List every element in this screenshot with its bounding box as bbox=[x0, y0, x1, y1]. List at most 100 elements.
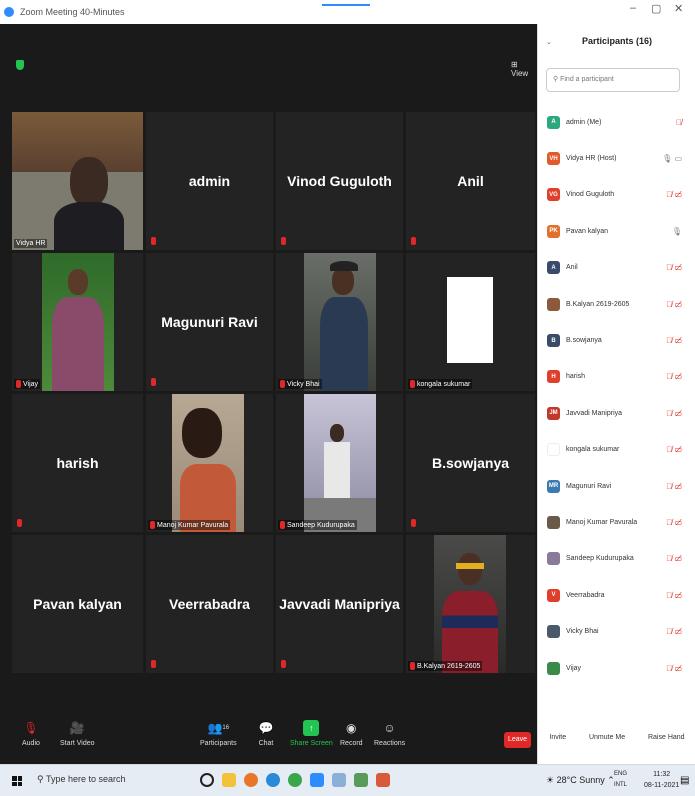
cortana-icon[interactable] bbox=[200, 773, 214, 787]
avatar: A bbox=[547, 261, 560, 275]
firefox-icon[interactable] bbox=[244, 773, 258, 787]
participant-status-icon: 🎙̸ ▭̸ bbox=[666, 554, 682, 564]
video-tile-magunuri[interactable]: Magunuri Ravi bbox=[146, 253, 273, 391]
windows-start-icon[interactable] bbox=[12, 776, 22, 786]
app-icon[interactable] bbox=[354, 773, 368, 787]
shield-icon[interactable] bbox=[16, 60, 24, 70]
participant-status-icon: 🎙̸ ▭̸ bbox=[666, 372, 682, 382]
view-button[interactable]: ⊞ View bbox=[511, 60, 537, 78]
video-tile-veerrabadra[interactable]: Veerrabadra bbox=[146, 535, 273, 673]
share-screen-button[interactable]: ↑ Share Screen bbox=[290, 720, 333, 747]
chrome-icon[interactable] bbox=[288, 773, 302, 787]
video-tile-sandeep[interactable]: Sandeep Kudurupaka bbox=[276, 394, 403, 532]
raise-hand-button[interactable]: Raise Hand bbox=[648, 734, 685, 741]
close-icon[interactable]: ✕ bbox=[674, 2, 683, 15]
participant-row[interactable]: Manoj Kumar Pavurala 🎙̸ ▭̸ bbox=[538, 504, 695, 540]
participant-row[interactable]: JM Javvadi Manipriya 🎙̸ ▭̸ bbox=[538, 395, 695, 431]
participant-row[interactable]: VH Vidya HR (Host) 🎙 ▭ bbox=[538, 140, 695, 176]
participants-icon: 👥 16 bbox=[207, 721, 230, 735]
share-screen-label: Share Screen bbox=[290, 740, 333, 747]
participant-name: Sandeep Kudurupaka bbox=[566, 555, 634, 563]
participants-button[interactable]: 👥 16 Participants bbox=[200, 720, 237, 747]
participant-row[interactable]: Vicky Bhai 🎙̸ ▭̸ bbox=[538, 613, 695, 649]
participant-row[interactable]: Vijay 🎙̸ ▭̸ bbox=[538, 650, 695, 686]
invite-button[interactable]: Invite bbox=[549, 734, 566, 741]
reactions-button[interactable]: ☺ Reactions bbox=[374, 720, 405, 747]
language-indicator[interactable]: ENG INTL bbox=[614, 769, 627, 791]
participant-status-icon: 🎙̸ ▭̸ bbox=[666, 481, 682, 491]
maximize-icon[interactable]: ▢ bbox=[651, 2, 661, 15]
video-tile-vinod[interactable]: Vinod Guguloth bbox=[276, 112, 403, 250]
participant-search-input[interactable]: ⚲ Find a participant bbox=[546, 68, 680, 92]
title-bar: Zoom Meeting 40-Minutes – ▢ ✕ bbox=[0, 0, 695, 24]
video-tile-admin[interactable]: admin bbox=[146, 112, 273, 250]
search-placeholder: Find a participant bbox=[560, 76, 614, 83]
search-icon: ⚲ bbox=[553, 76, 559, 83]
participant-name: Veerrabadra bbox=[566, 591, 605, 599]
meeting-area: ⊞ View Vidya HR admin Vinod Guguloth Ani… bbox=[0, 24, 537, 764]
zoom-app-icon[interactable] bbox=[310, 773, 324, 787]
tile-label: Vijay bbox=[14, 379, 41, 389]
app-icon[interactable] bbox=[376, 773, 390, 787]
record-label: Record bbox=[340, 740, 363, 747]
participant-row[interactable]: PK Pavan kalyan 🎙 bbox=[538, 213, 695, 249]
notification-icon[interactable]: ▤ bbox=[680, 775, 689, 786]
participant-row[interactable]: Sandeep Kudurupaka 🎙̸ ▭̸ bbox=[538, 541, 695, 577]
participant-row[interactable]: Hharish 🎙̸ ▭̸ bbox=[538, 359, 695, 395]
reactions-label: Reactions bbox=[374, 740, 406, 747]
participant-status-icon: 🎙 bbox=[671, 226, 682, 236]
video-tile-javvadi[interactable]: Javvadi Manipriya bbox=[276, 535, 403, 673]
video-tile-bsowjanya[interactable]: B.sowjanya bbox=[406, 394, 535, 532]
start-video-label: Start Video bbox=[60, 740, 95, 747]
participant-status-icon: 🎙̸ ▭̸ bbox=[666, 408, 682, 418]
leave-button[interactable]: Leave bbox=[504, 732, 531, 748]
minimize-icon[interactable]: – bbox=[630, 2, 636, 14]
participant-row[interactable]: B B.sowjanya 🎙̸ ▭̸ bbox=[538, 322, 695, 358]
video-tile-manoj[interactable]: Manoj Kumar Pavurala bbox=[146, 394, 273, 532]
tile-name: Magunuri Ravi bbox=[161, 314, 258, 330]
video-tile-anil[interactable]: Anil bbox=[406, 112, 535, 250]
participant-row[interactable]: A Anil 🎙̸ ▭̸ bbox=[538, 250, 695, 286]
edge-icon[interactable] bbox=[266, 773, 280, 787]
video-tile-bkalyan[interactable]: B.Kalyan 2619-2605 bbox=[406, 535, 535, 673]
participant-row[interactable]: VG Vinod Guguloth 🎙̸ ▭̸ bbox=[538, 177, 695, 213]
taskbar: ⚲ Type here to search ☀ 28°C Sunny ⌃ ENG… bbox=[0, 764, 695, 796]
video-tile-vicky[interactable]: Vicky Bhai bbox=[276, 253, 403, 391]
participant-row[interactable]: Aadmin (Me) 🎙̸ bbox=[538, 104, 695, 140]
zoom-window: Zoom Meeting 40-Minutes – ▢ ✕ ⊞ View Vid… bbox=[0, 0, 695, 796]
app-icon[interactable] bbox=[332, 773, 346, 787]
avatar bbox=[547, 515, 560, 529]
participants-count: 16 bbox=[222, 725, 230, 731]
unmute-me-button[interactable]: Unmute Me bbox=[589, 734, 625, 741]
avatar: A bbox=[547, 115, 560, 129]
audio-button[interactable]: 🎙 Audio bbox=[22, 720, 40, 747]
participant-row[interactable]: B.Kalyan 2619-2605 🎙̸ ▭̸ bbox=[538, 286, 695, 322]
record-button[interactable]: ◉ Record bbox=[340, 720, 363, 747]
clock[interactable]: 11:32 08-11-2021 bbox=[644, 769, 679, 791]
video-tile-vijay[interactable]: Vijay bbox=[12, 253, 143, 391]
video-tile-vidya-hr[interactable]: Vidya HR bbox=[12, 112, 143, 250]
video-tile-kongala[interactable]: kongala sukumar bbox=[406, 253, 535, 391]
tile-label: B.Kalyan 2619-2605 bbox=[408, 661, 483, 671]
participants-label: Participants bbox=[200, 740, 237, 747]
participant-name: Manoj Kumar Pavurala bbox=[566, 518, 638, 526]
tile-label: kongala sukumar bbox=[408, 379, 473, 389]
start-video-button[interactable]: 🎥 Start Video bbox=[60, 720, 95, 747]
tile-label: Manoj Kumar Pavurala bbox=[148, 520, 231, 530]
participant-row[interactable]: V Veerrabadra 🎙̸ ▭̸ bbox=[538, 577, 695, 613]
mic-muted-icon: 🎙 bbox=[23, 721, 39, 735]
participant-row[interactable]: MR Magunuri Ravi 🎙̸ ▭̸ bbox=[538, 468, 695, 504]
zoom-logo-icon bbox=[4, 7, 14, 17]
chat-button[interactable]: 💬 Chat bbox=[258, 720, 274, 747]
video-tile-harish[interactable]: harish bbox=[12, 394, 143, 532]
participant-status-icon: 🎙 ▭ bbox=[662, 154, 682, 164]
tile-name: Anil bbox=[457, 173, 484, 189]
taskbar-search[interactable]: ⚲ Type here to search bbox=[37, 774, 125, 785]
video-tile-pavan[interactable]: Pavan kalyan bbox=[12, 535, 143, 673]
weather-widget[interactable]: ☀ 28°C Sunny ⌃ bbox=[546, 775, 615, 786]
mic-muted-icon bbox=[281, 237, 286, 245]
file-explorer-icon[interactable] bbox=[222, 773, 236, 787]
participant-row[interactable]: kongala sukumar 🎙̸ ▭̸ bbox=[538, 432, 695, 468]
participant-name: Magunuri Ravi bbox=[566, 482, 612, 490]
tile-label: Sandeep Kudurupaka bbox=[278, 520, 357, 530]
